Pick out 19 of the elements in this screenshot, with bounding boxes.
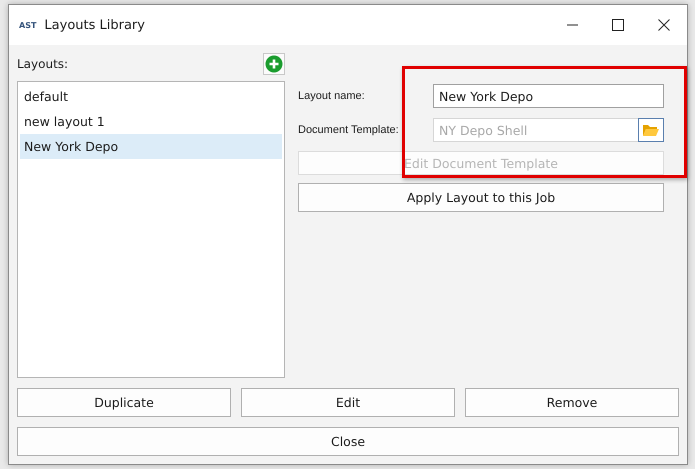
plus-icon	[265, 55, 283, 73]
field-label: Document Template:	[298, 124, 400, 136]
list-item[interactable]: New York Depo	[20, 134, 282, 159]
action-button[interactable]: Remove	[465, 388, 679, 417]
list-item[interactable]: new layout 1	[20, 109, 282, 134]
folder-icon	[642, 123, 660, 137]
input-field[interactable]: New York Depo	[433, 84, 664, 108]
browse-button[interactable]	[638, 118, 664, 142]
list-item[interactable]: default	[20, 84, 282, 109]
action-button[interactable]: Duplicate	[17, 388, 231, 417]
layouts-label: Layouts:	[17, 57, 68, 71]
apply-button[interactable]: Apply Layout to this Job	[298, 183, 664, 212]
layouts-list[interactable]: default new layout 1 New York Depo	[17, 81, 285, 378]
field-label: Layout name:	[298, 90, 366, 102]
close-button[interactable]: Close	[17, 427, 679, 456]
action-button[interactable]: Edit	[241, 388, 455, 417]
window-title: Layouts Library	[44, 18, 146, 32]
add-button[interactable]	[263, 53, 285, 75]
app-logo: AST	[19, 20, 36, 30]
